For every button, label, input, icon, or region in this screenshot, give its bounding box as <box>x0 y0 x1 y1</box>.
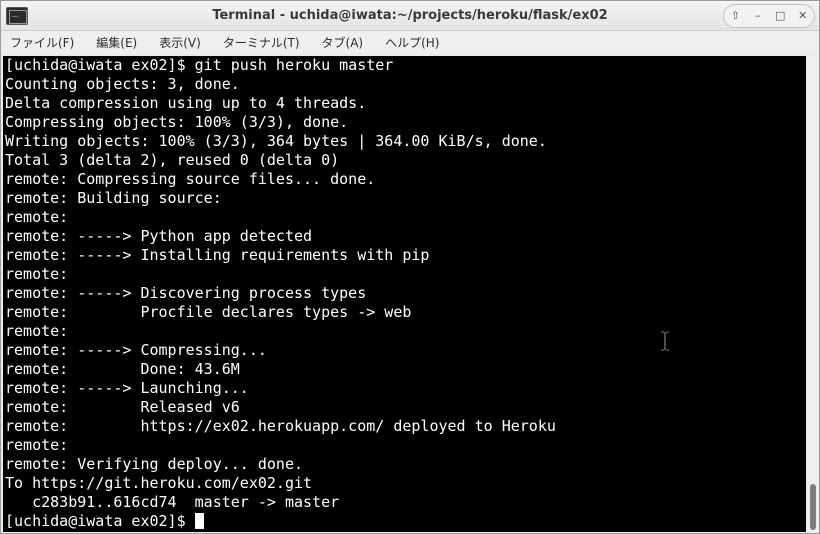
terminal-line: remote: <box>5 265 69 283</box>
title-bar[interactable]: Terminal - uchida@iwata:~/projects/herok… <box>1 1 819 31</box>
menu-bar: ファイル(F) 編集(E) 表示(V) ターミナル(T) タブ(A) ヘルプ(H… <box>1 31 819 53</box>
menu-edit[interactable]: 編集(E) <box>93 34 140 51</box>
terminal-line: remote: <box>5 322 69 340</box>
terminal-line: remote: -----> Discovering process types <box>5 284 367 302</box>
terminal-line: Compressing objects: 100% (3/3), done. <box>5 113 349 131</box>
window-controls: ⇧ – □ ✕ <box>723 4 815 28</box>
terminal-window: Terminal - uchida@iwata:~/projects/herok… <box>0 0 820 534</box>
menu-terminal[interactable]: ターミナル(T) <box>220 34 303 51</box>
minimize-icon[interactable]: – <box>749 7 767 25</box>
terminal-line: c283b91..616cd74 master -> master <box>5 493 340 511</box>
terminal-line: [uchida@iwata ex02]$ git push heroku mas… <box>5 56 394 74</box>
terminal-line: remote: <box>5 208 69 226</box>
terminal-line: remote: Released v6 <box>5 398 240 416</box>
terminal-line: remote: Done: 43.6M <box>5 360 240 378</box>
text-cursor <box>194 513 204 529</box>
terminal-line: Delta compression using up to 4 threads. <box>5 94 367 112</box>
prompt-line[interactable]: [uchida@iwata ex02]$ <box>3 512 806 531</box>
terminal-line: remote: Building source: <box>5 189 222 207</box>
terminal-line: Counting objects: 3, done. <box>5 75 240 93</box>
close-icon[interactable]: ✕ <box>794 7 812 25</box>
terminal-line: remote: Verifying deploy... done. <box>5 455 304 473</box>
menu-view[interactable]: 表示(V) <box>156 34 204 51</box>
terminal-line: To https://git.heroku.com/ex02.git <box>5 474 313 492</box>
terminal-line: Writing objects: 100% (3/3), 364 bytes |… <box>5 132 547 150</box>
terminal-line: remote: Compressing source files... done… <box>5 170 376 188</box>
menu-file[interactable]: ファイル(F) <box>7 34 77 51</box>
text-cursor-ibeam-icon <box>661 331 669 351</box>
menu-tabs[interactable]: タブ(A) <box>319 34 367 51</box>
terminal-line: remote: -----> Launching... <box>5 379 249 397</box>
terminal-line: remote: -----> Python app detected <box>5 227 313 245</box>
menu-help[interactable]: ヘルプ(H) <box>382 34 442 51</box>
maximize-icon[interactable]: □ <box>771 7 789 25</box>
terminal-line: remote: <box>5 436 69 454</box>
shell-prompt: [uchida@iwata ex02]$ <box>5 512 195 530</box>
terminal-line: remote: -----> Compressing... <box>5 341 267 359</box>
terminal-line: Total 3 (delta 2), reused 0 (delta 0) <box>5 151 340 169</box>
terminal-line: remote: Procfile declares types -> web <box>5 303 412 321</box>
scrollbar-thumb[interactable] <box>810 484 816 530</box>
up-arrow-icon[interactable]: ⇧ <box>726 7 744 25</box>
window-title: Terminal - uchida@iwata:~/projects/herok… <box>212 8 608 23</box>
terminal-line: remote: -----> Installing requirements w… <box>5 246 430 264</box>
terminal-line: remote: https://ex02.herokuapp.com/ depl… <box>5 417 556 435</box>
vertical-scrollbar[interactable] <box>807 56 819 532</box>
terminal-output[interactable]: [uchida@iwata ex02]$ git push heroku mas… <box>3 56 806 532</box>
